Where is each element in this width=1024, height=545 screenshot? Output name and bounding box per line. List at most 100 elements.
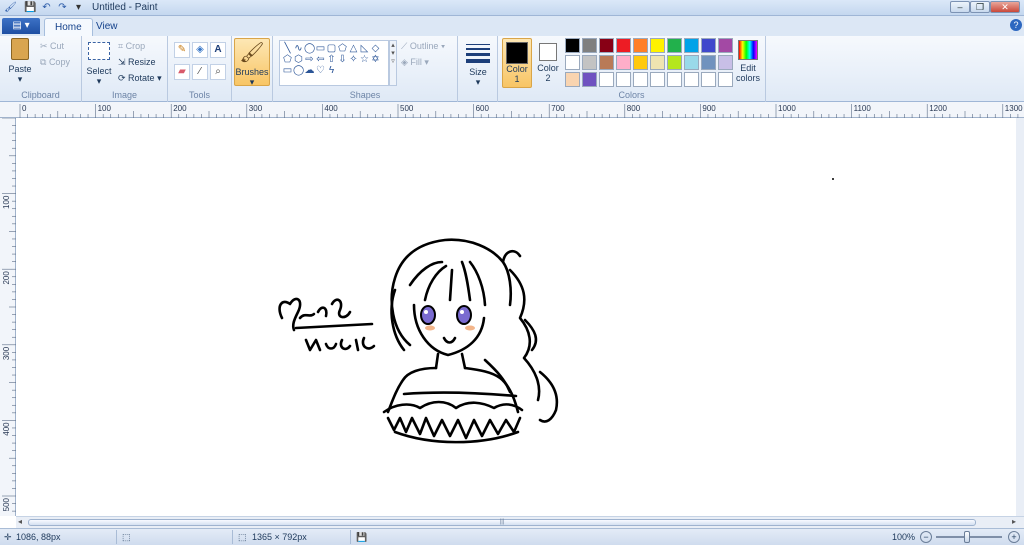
maximize-button[interactable]: ❐ xyxy=(970,1,990,13)
drawing-canvas[interactable] xyxy=(16,118,1016,516)
copy-button[interactable]: ⧉ Copy xyxy=(40,56,70,68)
rounded-rectangle-shape-icon[interactable]: ▢ xyxy=(326,43,337,54)
palette-color-swatch[interactable] xyxy=(565,72,580,87)
color1-button[interactable]: Color 1 xyxy=(502,38,532,88)
vertical-ruler-ticks: 100 200 300 400 500 xyxy=(2,118,16,512)
palette-color-swatch[interactable] xyxy=(582,55,597,70)
right-triangle-shape-icon[interactable]: ◺ xyxy=(359,43,370,54)
cut-button[interactable]: ✂ Cut xyxy=(40,40,64,52)
rectangle-shape-icon[interactable]: ▭ xyxy=(315,43,326,54)
shapes-gallery[interactable]: ╲ ∿ ◯ ▭ ▢ ⬠ △ ◺ ◇ ⬠ ⬡ ⇨ ⇦ ⇧ ⇩ ✧ ☆ ✡ ▭ ◯ xyxy=(279,40,389,86)
zoom-out-button[interactable]: − xyxy=(920,531,932,543)
edit-colors-button[interactable]: Edit colors xyxy=(734,40,762,83)
horizontal-scroll-thumb[interactable]: ||| xyxy=(28,519,976,526)
scroll-left-icon[interactable]: ◂ xyxy=(18,517,22,526)
redo-icon[interactable]: ↷ xyxy=(56,2,69,14)
heart-shape-icon[interactable]: ♡ xyxy=(315,65,326,76)
vertical-scrollbar[interactable] xyxy=(1016,118,1024,516)
help-icon[interactable]: ? xyxy=(1010,19,1022,31)
rotate-button[interactable]: ⟳ Rotate ▾ xyxy=(118,72,162,84)
cloud-callout-shape-icon[interactable]: ☁ xyxy=(304,65,315,76)
palette-color-swatch[interactable] xyxy=(565,55,580,70)
palette-color-swatch[interactable] xyxy=(684,38,699,53)
palette-color-swatch[interactable] xyxy=(667,38,682,53)
customize-toolbar-icon[interactable]: ▾ xyxy=(72,2,85,14)
down-arrow-shape-icon[interactable]: ⇩ xyxy=(337,54,348,65)
palette-color-swatch[interactable] xyxy=(701,38,716,53)
oval-callout-shape-icon[interactable]: ◯ xyxy=(293,65,304,76)
hexagon-shape-icon[interactable]: ⬡ xyxy=(293,54,304,65)
palette-color-swatch[interactable] xyxy=(667,55,682,70)
oval-shape-icon[interactable]: ◯ xyxy=(304,43,315,54)
five-point-star-shape-icon[interactable]: ☆ xyxy=(359,54,370,65)
text-tool-icon[interactable]: A xyxy=(210,42,226,58)
curve-shape-icon[interactable]: ∿ xyxy=(293,43,304,54)
palette-color-swatch[interactable] xyxy=(633,72,648,87)
zoom-slider-thumb[interactable] xyxy=(964,531,970,543)
palette-color-swatch[interactable] xyxy=(616,55,631,70)
left-arrow-shape-icon[interactable]: ⇦ xyxy=(315,54,326,65)
paste-button[interactable]: Paste ▾ xyxy=(6,38,34,85)
palette-color-swatch[interactable] xyxy=(599,55,614,70)
palette-color-swatch[interactable] xyxy=(599,38,614,53)
palette-color-swatch[interactable] xyxy=(633,55,648,70)
palette-color-swatch[interactable] xyxy=(718,55,733,70)
palette-color-swatch[interactable] xyxy=(633,38,648,53)
shapes-gallery-scroll[interactable]: ▴ ▾ ▿ xyxy=(389,40,397,86)
palette-color-swatch[interactable] xyxy=(684,72,699,87)
up-arrow-shape-icon[interactable]: ⇧ xyxy=(326,54,337,65)
triangle-shape-icon[interactable]: △ xyxy=(348,43,359,54)
file-menu-button[interactable]: ▤ ▾ xyxy=(2,18,40,34)
fill-bucket-icon[interactable]: ◈ xyxy=(192,42,208,58)
horizontal-scrollbar[interactable]: ◂ ||| ▸ xyxy=(16,516,1024,528)
palette-color-swatch[interactable] xyxy=(650,55,665,70)
four-point-star-shape-icon[interactable]: ✧ xyxy=(348,54,359,65)
palette-color-swatch[interactable] xyxy=(718,38,733,53)
palette-color-swatch[interactable] xyxy=(582,72,597,87)
palette-color-swatch[interactable] xyxy=(616,38,631,53)
lightning-shape-icon[interactable]: ϟ xyxy=(326,65,337,76)
select-button[interactable]: Select ▾ xyxy=(86,42,112,87)
tab-view[interactable]: View xyxy=(86,18,128,36)
eraser-icon[interactable]: ▰ xyxy=(174,64,190,80)
six-point-star-shape-icon[interactable]: ✡ xyxy=(370,54,381,65)
undo-icon[interactable]: ↶ xyxy=(40,2,53,14)
palette-color-swatch[interactable] xyxy=(667,72,682,87)
right-arrow-shape-icon[interactable]: ⇨ xyxy=(304,54,315,65)
clipboard-group: Paste ▾ ✂ Cut ⧉ Copy Clipboard xyxy=(0,36,82,102)
palette-color-swatch[interactable] xyxy=(718,72,733,87)
minimize-button[interactable]: – xyxy=(950,1,970,13)
palette-color-swatch[interactable] xyxy=(650,38,665,53)
zoom-in-button[interactable]: + xyxy=(1008,531,1020,543)
resize-button[interactable]: ⇲ Resize xyxy=(118,56,156,68)
palette-color-swatch[interactable] xyxy=(616,72,631,87)
palette-color-swatch[interactable] xyxy=(582,38,597,53)
pentagon-shape-icon[interactable]: ⬠ xyxy=(282,54,293,65)
palette-color-swatch[interactable] xyxy=(599,72,614,87)
colors-group-label: Colors xyxy=(618,90,645,100)
color-picker-icon[interactable]: ⁄ xyxy=(192,64,208,80)
palette-color-swatch[interactable] xyxy=(650,72,665,87)
polygon-shape-icon[interactable]: ⬠ xyxy=(337,43,348,54)
color2-button[interactable]: Color 2 xyxy=(536,38,560,88)
outline-button[interactable]: ⟋ Outline ▾ xyxy=(401,40,445,52)
close-button[interactable]: ✕ xyxy=(990,1,1020,13)
crop-icon: ⌗ xyxy=(118,41,126,51)
palette-color-swatch[interactable] xyxy=(684,55,699,70)
scroll-right-icon[interactable]: ▸ xyxy=(1012,517,1016,526)
line-shape-icon[interactable]: ╲ xyxy=(282,43,293,54)
diamond-shape-icon[interactable]: ◇ xyxy=(370,43,381,54)
size-button[interactable]: Size ▾ xyxy=(462,40,494,88)
palette-color-swatch[interactable] xyxy=(701,55,716,70)
fill-button[interactable]: ◈ Fill ▾ xyxy=(401,56,429,68)
crop-button[interactable]: ⌗ Crop xyxy=(118,40,145,52)
left-eye-highlight xyxy=(424,310,428,314)
pencil-icon[interactable]: ✎ xyxy=(174,42,190,58)
brushes-button[interactable]: 🖌 Brushes ▾ xyxy=(234,38,270,87)
palette-color-swatch[interactable] xyxy=(565,38,580,53)
rect-callout-shape-icon[interactable]: ▭ xyxy=(282,65,293,76)
magnifier-icon[interactable]: ⌕ xyxy=(210,64,226,80)
palette-color-swatch[interactable] xyxy=(701,72,716,87)
left-eye xyxy=(420,305,436,325)
save-icon[interactable]: 💾 xyxy=(24,2,37,14)
